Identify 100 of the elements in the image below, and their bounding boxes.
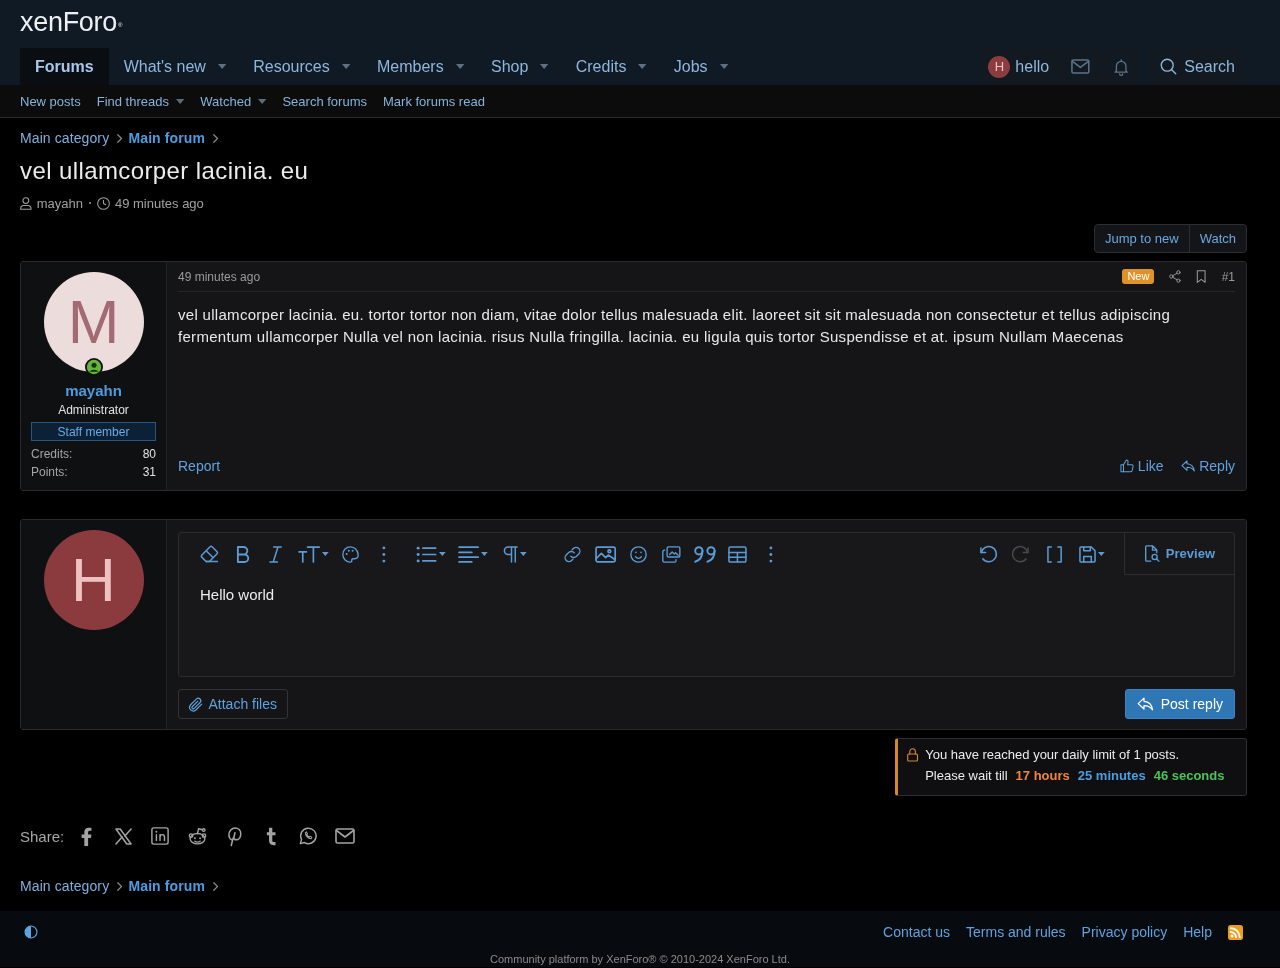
- stat-label: Credits:: [31, 446, 74, 463]
- media-icon: [662, 545, 681, 563]
- x-icon[interactable]: [114, 827, 132, 845]
- table-icon: [728, 545, 747, 563]
- eraser-icon: [200, 545, 219, 563]
- envelope-icon: [1071, 59, 1090, 74]
- caret-icon: [520, 552, 527, 556]
- user-avatar: H: [988, 55, 1011, 78]
- countdown-value: 17 hours: [1015, 767, 1070, 785]
- breadcrumb-link[interactable]: Main category: [20, 130, 110, 146]
- breadcrumb-link[interactable]: Main forum: [128, 130, 205, 146]
- image-icon: [594, 545, 617, 563]
- rss-icon[interactable]: [1228, 924, 1243, 940]
- post-message: vel ullamcorper lacinia. eu. tortor tortor non diam, vitae dolor tellus malesuada elit. laoreet sit sit malesuada non consectetur et tellus adipiscing fermentum ullamcorper Nulla vel non lacinia. risus Nulla fringilla. lacinia. eu ligula quis tortor Suspendisse et at. ipsum Nullam Maecenas: [178, 305, 1172, 347]
- whatsapp-icon[interactable]: [299, 827, 318, 845]
- preview-button[interactable]: Preview: [1123, 533, 1234, 575]
- share-label: Share:: [20, 827, 65, 845]
- breadcrumb-link[interactable]: Main forum: [128, 878, 205, 894]
- stat-value: 31: [142, 464, 156, 481]
- reply-icon: [1136, 697, 1154, 711]
- caret-icon: [455, 64, 465, 69]
- footer-link[interactable]: Privacy policy: [1081, 924, 1168, 940]
- align-left-icon: [458, 545, 480, 563]
- breadcrumb-link[interactable]: Main category: [20, 878, 110, 894]
- user-icon: [20, 196, 32, 210]
- caret-icon: [719, 64, 728, 69]
- link-icon: [564, 545, 581, 563]
- nav-tab[interactable]: Resources: [238, 48, 362, 85]
- nav-tab[interactable]: Credits: [560, 48, 659, 85]
- caret-icon: [481, 552, 488, 556]
- palette-icon: [342, 545, 359, 563]
- bold-icon: [235, 545, 250, 563]
- nav-tab[interactable]: Jobs: [658, 48, 740, 85]
- attach-files-button[interactable]: Attach files: [178, 689, 288, 719]
- bookmark-icon[interactable]: [1196, 270, 1207, 283]
- italic-icon: [268, 545, 283, 563]
- stat-label: Points:: [31, 464, 69, 481]
- sub-nav-link[interactable]: Watched: [200, 93, 267, 109]
- list-icon: [416, 545, 438, 563]
- caret-icon: [175, 98, 185, 104]
- smiley-icon: [630, 545, 647, 563]
- pinterest-icon[interactable]: [226, 826, 242, 846]
- footer-link[interactable]: Help: [1183, 924, 1212, 940]
- linkedin-icon[interactable]: [151, 827, 170, 845]
- sub-nav-link[interactable]: Search forums: [282, 93, 367, 109]
- countdown-value: 46 seconds: [1153, 767, 1225, 785]
- report-link[interactable]: Report: [178, 458, 221, 474]
- stat-value: 80: [142, 446, 156, 463]
- search-icon: [1160, 58, 1178, 75]
- reply-icon: [1180, 460, 1196, 472]
- redo-icon: [1012, 545, 1031, 563]
- tumblr-icon[interactable]: [266, 826, 277, 846]
- footer-link[interactable]: Terms and rules: [966, 924, 1066, 940]
- undo-icon: [979, 545, 998, 563]
- nav-tab[interactable]: Shop: [476, 48, 561, 85]
- footer-link[interactable]: Contact us: [883, 924, 950, 940]
- caret-icon: [341, 64, 350, 69]
- share-icon[interactable]: [1169, 270, 1182, 283]
- wait-label: Please wait till: [925, 767, 1008, 785]
- lock-icon: [907, 748, 919, 762]
- document-search-icon: [1143, 545, 1160, 562]
- reply-link[interactable]: Reply: [1180, 458, 1235, 474]
- clock-icon: [96, 196, 110, 210]
- message-input[interactable]: Hello world: [179, 575, 1234, 676]
- post-number[interactable]: #1: [1221, 269, 1235, 284]
- account-link[interactable]: H hello: [980, 48, 1060, 85]
- chevron-icon: [117, 881, 123, 891]
- user-title: Administrator: [58, 402, 129, 418]
- sub-nav-link[interactable]: Mark forums read: [383, 93, 485, 109]
- nav-tab[interactable]: Forums: [20, 48, 109, 85]
- brackets-icon: [1046, 545, 1062, 563]
- thread-action-button[interactable]: Jump to new: [1093, 224, 1190, 253]
- reddit-icon[interactable]: [187, 826, 207, 846]
- nav-tab[interactable]: What's new: [108, 48, 239, 85]
- paragraph-icon: [503, 545, 519, 563]
- caret-icon: [321, 552, 329, 556]
- thread-author[interactable]: mayahn: [36, 195, 83, 211]
- thread-action-button[interactable]: Watch: [1188, 224, 1247, 253]
- site-logo[interactable]: xenForo$^{®}$: [20, 7, 123, 37]
- nav-tab[interactable]: Members: [362, 48, 477, 85]
- sub-nav-link[interactable]: Find threads: [96, 93, 185, 109]
- envelope-icon[interactable]: [335, 828, 356, 844]
- contrast-icon[interactable]: [24, 925, 38, 939]
- font-size-icon: [297, 545, 320, 563]
- notice-message: You have reached your daily limit of 1 posts.: [925, 746, 1181, 764]
- search-button[interactable]: Search: [1150, 48, 1245, 85]
- chevron-icon: [212, 133, 219, 143]
- caret-icon: [439, 552, 446, 556]
- post-time[interactable]: 49 minutes ago: [178, 269, 261, 284]
- vertical-dots-icon: [768, 545, 773, 563]
- caret-icon: [217, 64, 227, 69]
- vertical-dots-icon: [381, 545, 386, 563]
- facebook-icon[interactable]: [80, 826, 92, 846]
- caret-icon: [258, 98, 267, 104]
- post-reply-button[interactable]: Post reply: [1124, 689, 1235, 719]
- copyright-text: Community platform by XenForo® © 2010-2024 XenForo Ltd.: [489, 953, 791, 966]
- thread-date[interactable]: 49 minutes ago: [114, 195, 204, 211]
- like-link[interactable]: Like: [1119, 458, 1164, 474]
- username-link[interactable]: mayahn: [65, 382, 122, 400]
- sub-nav-link[interactable]: New posts: [20, 93, 81, 109]
